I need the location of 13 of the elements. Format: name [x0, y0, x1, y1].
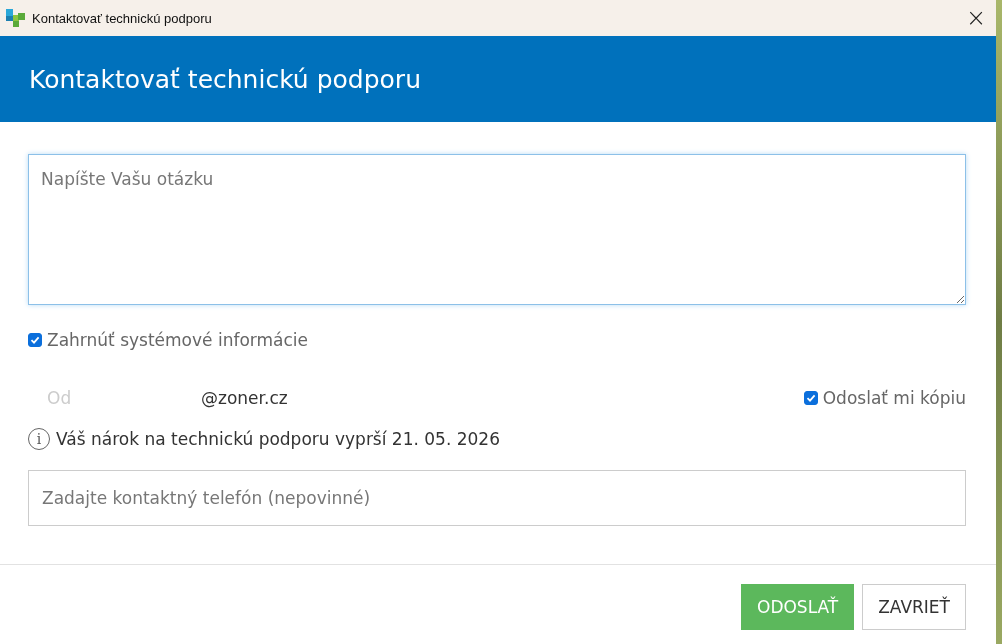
phone-field[interactable]: Zadajte kontaktný telefón (nepovinné): [28, 470, 966, 526]
checkbox-label: Zahrnúť systémové informácie: [47, 330, 308, 350]
close-button[interactable]: ×: [956, 0, 996, 36]
checkbox-label: Odoslať mi kópiu: [822, 388, 966, 408]
app-logo-icon: [6, 8, 26, 28]
support-expiry-notice: Váš nárok na technickú podporu vyprší 21. 05. 2026: [56, 429, 500, 449]
question-field[interactable]: Napíšte Vašu otázku: [28, 154, 966, 305]
checkbox[interactable]: [803, 391, 818, 405]
dialog-title: Kontaktovať technickú podporu: [29, 64, 421, 94]
checkbox[interactable]: [28, 333, 42, 347]
from-email: @zoner.cz: [201, 388, 289, 408]
window-title: Kontaktovať technickú podporu: [32, 10, 213, 26]
close-dialog-button[interactable]: ZAVRIEŤ: [862, 584, 966, 630]
